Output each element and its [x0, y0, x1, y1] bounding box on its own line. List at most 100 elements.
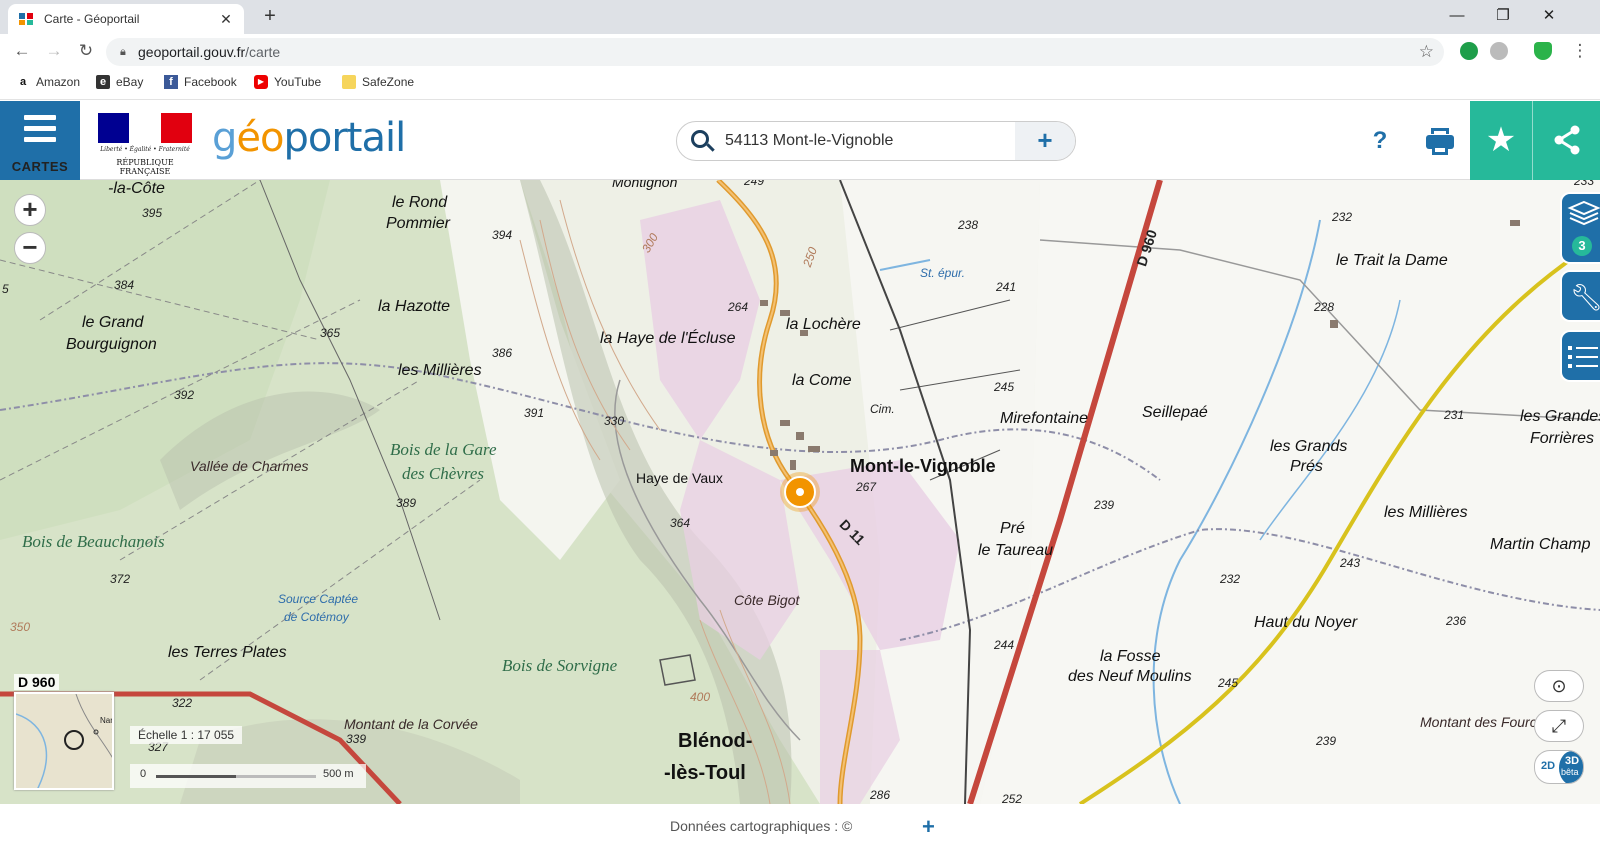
tools-button[interactable]: 🔧︎: [1560, 270, 1600, 322]
share-icon[interactable]: [1532, 101, 1600, 180]
place-label: les Grands: [1270, 438, 1348, 455]
place-label: -la-Côte: [108, 180, 165, 197]
reload-icon[interactable]: ↻: [74, 39, 98, 63]
layers-count-badge: 3: [1572, 236, 1592, 256]
url-path: /carte: [245, 44, 281, 60]
place-label: Pré: [1000, 520, 1025, 537]
elevation-label: 232: [1220, 572, 1241, 586]
place-label: le Grand: [82, 314, 144, 331]
place-label: Montant de la Corvée: [344, 716, 478, 732]
place-label: Haut du Noyer: [1254, 614, 1358, 631]
location-pin-icon[interactable]: [778, 470, 822, 514]
crosshair-icon: [64, 730, 84, 750]
republique-francaise-logo[interactable]: Liberté • Égalité • Fraternité RÉPUBLIQU…: [98, 113, 192, 176]
help-button[interactable]: ?: [1362, 123, 1398, 159]
view-2d-3d-toggle[interactable]: 2D 3D bêta: [1534, 750, 1584, 784]
road-label: D 960: [14, 674, 60, 690]
youtube-icon: ▶: [254, 75, 268, 89]
url-host: geoportail.gouv.fr: [138, 44, 246, 60]
scale-label: Échelle 1 : 17 055: [130, 726, 243, 744]
place-label: les Millières: [398, 362, 482, 379]
restore-icon[interactable]: ❐: [1480, 0, 1526, 32]
elevation-label: 391: [524, 406, 545, 420]
back-arrow-icon[interactable]: ←: [10, 39, 34, 63]
bookmark-safezone[interactable]: SafeZone: [342, 75, 414, 89]
search-input[interactable]: [725, 126, 1015, 156]
place-label: le Taureau: [978, 542, 1054, 559]
credits-text: Données cartographiques : ©: [670, 818, 853, 834]
bookmark-facebook[interactable]: f Facebook: [164, 75, 237, 89]
search-icon[interactable]: [677, 122, 725, 160]
bookmark-youtube[interactable]: ▶ YouTube: [254, 75, 321, 89]
map-canvas[interactable]: Mont-le-Vignoble Blénod- -lès-Toul -la-C…: [0, 180, 1600, 804]
drive-extension-icon[interactable]: [1490, 42, 1508, 60]
zoom-out-button[interactable]: −: [14, 232, 46, 264]
print-icon[interactable]: [1420, 123, 1460, 159]
tab-close-icon[interactable]: ✕: [218, 11, 234, 28]
bookmark-star-icon[interactable]: ☆: [1419, 42, 1434, 62]
browser-tab-bar: Carte - Géoportail ✕ + — ❐ ✕: [0, 0, 1600, 34]
bookmark-amazon[interactable]: a Amazon: [16, 75, 80, 89]
forest-label: Bois de Beauchanois: [22, 532, 165, 551]
place-label: Prés: [1290, 458, 1323, 475]
search-box: +: [676, 121, 1076, 161]
browser-menu-icon[interactable]: ⋮: [1568, 39, 1592, 63]
elevation-label: 330: [604, 414, 625, 428]
view-2d-label[interactable]: 2D: [1541, 751, 1555, 781]
elevation-label: 5: [2, 282, 9, 296]
place-label: la Haye de l'Écluse: [600, 330, 736, 347]
legend-button[interactable]: [1560, 330, 1600, 382]
list-icon: [1568, 346, 1598, 368]
scale-start: 0: [140, 768, 147, 780]
elevation-label: 232: [1332, 210, 1353, 224]
elevation-label: 252: [1002, 792, 1023, 804]
geoportail-favicon-icon: [19, 13, 33, 25]
forest-label: des Chèvres: [402, 464, 484, 483]
water-label: Source Captée: [278, 592, 359, 606]
place-label: des Neuf Moulins: [1068, 668, 1192, 685]
minimap-label: Nan: [100, 716, 114, 725]
elevation-label: 389: [396, 496, 417, 510]
forest-label: Bois de Sorvigne: [502, 656, 618, 675]
geoportail-logo[interactable]: géoportail: [212, 115, 406, 161]
geoportail-header: CARTES Liberté • Égalité • Fraternité RÉ…: [0, 101, 1600, 180]
credits-expand-button[interactable]: +: [922, 814, 935, 840]
elevation-label: 244: [994, 638, 1015, 652]
overview-minimap[interactable]: Nan: [14, 692, 114, 790]
place-label: les Millières: [1384, 504, 1468, 521]
elevation-label: 243: [1340, 556, 1361, 570]
place-label: les Grandes: [1520, 408, 1600, 425]
elevation-label: 233: [1574, 180, 1595, 188]
advanced-search-button[interactable]: +: [1015, 122, 1075, 160]
window-close-icon[interactable]: ✕: [1526, 0, 1572, 32]
elevation-label: 364: [670, 516, 691, 530]
fullscreen-icon[interactable]: ⤢: [1534, 710, 1584, 742]
layers-button[interactable]: 3: [1560, 192, 1600, 264]
browser-tab[interactable]: Carte - Géoportail ✕: [8, 4, 244, 34]
forward-arrow-icon[interactable]: →: [42, 39, 66, 63]
map-footer: Données cartographiques : © +: [0, 804, 1600, 860]
elevation-label: 239: [1316, 734, 1337, 748]
elevation-label: 372: [110, 572, 131, 586]
place-label: la Fosse: [1100, 648, 1161, 665]
minimize-icon[interactable]: —: [1434, 0, 1480, 32]
elevation-label: 365: [320, 326, 341, 340]
geolocate-icon[interactable]: ⊙: [1534, 670, 1584, 702]
favorites-star-icon[interactable]: ★: [1470, 101, 1532, 180]
cartes-menu-button[interactable]: CARTES: [0, 101, 80, 180]
bookmark-ebay[interactable]: e eBay: [96, 75, 143, 89]
place-label: les Terres Plates: [168, 644, 287, 661]
adblock-extension-icon[interactable]: [1460, 42, 1478, 60]
shield-extension-icon[interactable]: [1534, 42, 1552, 60]
valley-label: Vallée de Charmes: [190, 458, 309, 474]
new-tab-button[interactable]: +: [258, 4, 282, 28]
zoom-in-button[interactable]: +: [14, 194, 46, 226]
elevation-label: 249: [744, 180, 765, 188]
place-label: Haye de Vaux: [636, 470, 723, 486]
address-bar[interactable]: 🔒︎ geoportail.gouv.fr/carte ☆: [106, 38, 1444, 66]
elevation-label: 239: [1094, 498, 1115, 512]
place-label: Pommier: [386, 215, 451, 232]
elevation-label: 322: [172, 696, 193, 710]
logo-motto: Liberté • Égalité • Fraternité: [100, 146, 190, 153]
tab-title: Carte - Géoportail: [44, 12, 140, 26]
